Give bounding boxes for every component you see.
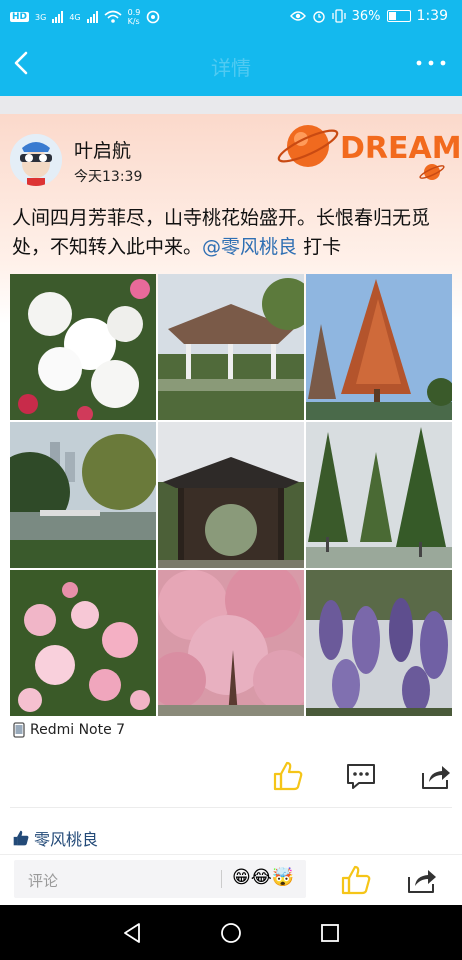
post-card: DREAM 叶启航 今天13:39 人间四月芳菲尽，山寺桃花始盛开。长恨春归无觅… [0,114,462,854]
speed-unit: K/s [127,17,140,26]
signal-icon [52,11,64,23]
comment-placeholder: 评论 [28,872,59,890]
share-icon-bottom[interactable] [406,864,438,896]
wisteria-photo[interactable] [306,570,452,716]
vibrate-icon [331,9,346,23]
emoji-button[interactable]: 😁😂🤯 [232,867,294,888]
clock: 1:39 [416,8,448,24]
battery-percent: 36% [351,8,381,24]
banner-text: DREAM [340,131,462,166]
wifi-icon [104,10,122,23]
share-icon[interactable] [420,760,452,792]
nav-back-icon[interactable] [120,921,144,945]
system-nav-bar [0,905,462,960]
divider [10,807,452,808]
thumbs-up-icon [13,830,29,846]
author-avatar[interactable] [10,134,62,186]
nav-recents-icon[interactable] [318,921,342,945]
like-icon[interactable] [272,760,304,792]
input-separator [221,870,222,888]
alarm-icon [312,11,325,23]
post-time: 今天13:39 [74,169,143,185]
app-bar: 详情 [0,34,462,96]
hd-badge: HD [10,12,30,22]
speed-value: 0.9 [127,8,141,17]
nav-home-icon[interactable] [219,921,243,945]
likes-row: 零风桃良 [12,826,98,850]
comment-bar: 评论 😁😂🤯 [0,854,462,905]
page-title: 详情 [211,56,251,80]
cypress-row-photo[interactable] [306,422,452,568]
liker-name[interactable]: 零风桃良 [34,826,98,850]
pink-azalea-photo[interactable] [10,570,156,716]
mention-link[interactable]: @零风桃良 [202,236,297,258]
pavilion-photo[interactable] [158,274,304,420]
round-gate-pavilion-photo[interactable] [158,422,304,568]
post-text-tail: 打卡 [297,236,342,258]
signal-icon-2 [86,11,98,23]
comment-icon[interactable] [345,760,377,792]
device-name: Redmi Note 7 [30,722,126,738]
sync-icon [147,10,160,24]
post-text: 人间四月芳菲尽，山寺桃花始盛开。长恨春归无觅处，不知转入此中来。@零风桃良 打卡 [12,204,452,262]
status-bar: HD 3G 4G 0.9 K/s 36% 1:39 [0,0,462,34]
net2-label: 4G [69,12,81,22]
author-name[interactable]: 叶启航 [74,136,131,163]
red-cypress-photo[interactable] [306,274,452,420]
net1-label: 3G [35,12,47,22]
section-gap [0,96,462,114]
more-dots-icon[interactable] [414,52,448,74]
battery-icon [386,10,411,22]
dream-banner: DREAM [277,125,462,180]
cherry-blossom-photo[interactable] [158,570,304,716]
like-icon-bottom[interactable] [340,864,372,896]
photo-grid [10,274,452,716]
eye-icon [289,11,306,21]
white-azalea-photo[interactable] [10,274,156,420]
device-source: Redmi Note 7 [12,722,125,738]
comment-input[interactable]: 评论 😁😂🤯 [14,860,306,898]
pond-garden-photo[interactable] [10,422,156,568]
phone-icon [13,722,25,738]
